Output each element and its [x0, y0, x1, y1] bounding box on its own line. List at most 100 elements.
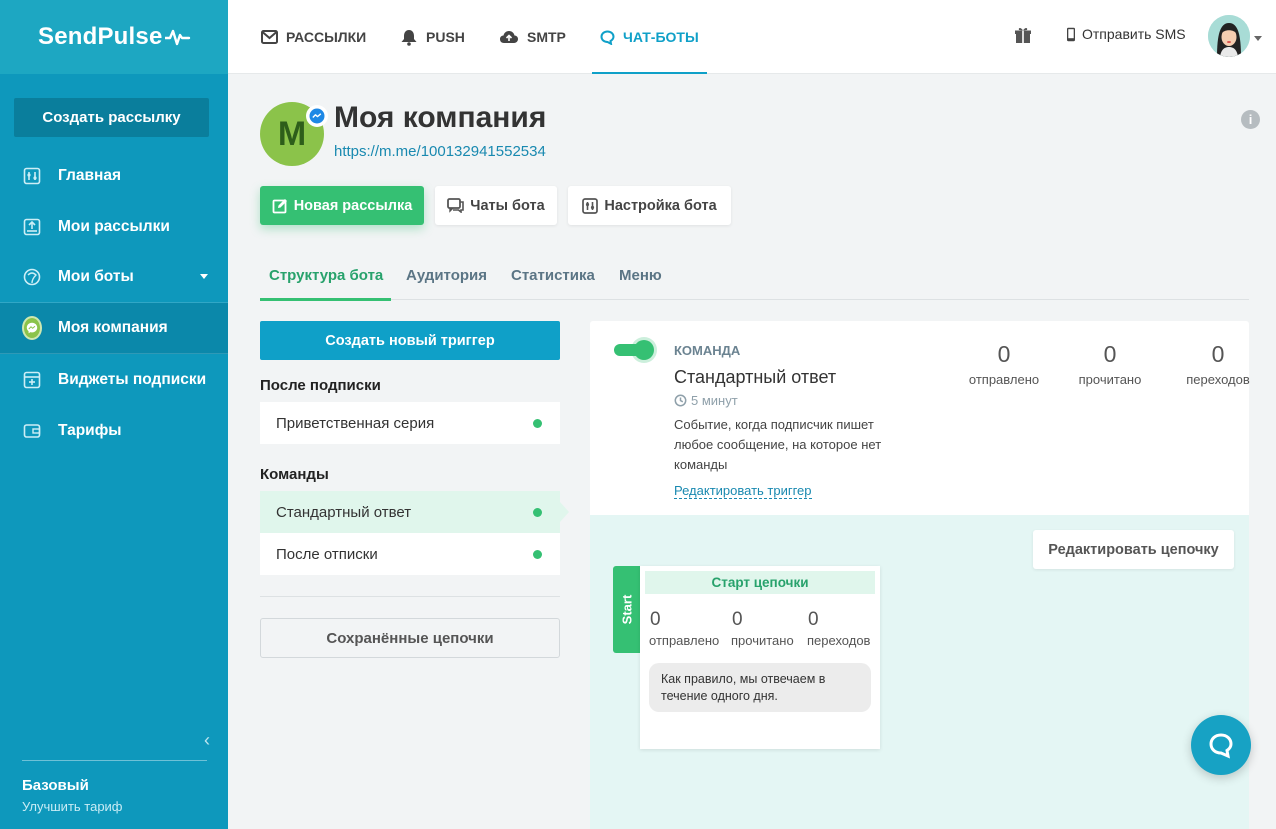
tab-push[interactable]: PUSH [400, 0, 465, 74]
pulse-icon [164, 29, 190, 46]
command-title: Стандартный ответ [674, 367, 837, 387]
chain-stat-value: 0 [650, 609, 661, 630]
chain-stat-value: 0 [732, 609, 743, 630]
trigger-label: После отписки [276, 545, 378, 563]
dashboard-icon [22, 166, 42, 186]
bot-settings-label: Настройка бота [604, 197, 717, 214]
divider [260, 596, 560, 597]
trigger-toggle[interactable] [614, 340, 654, 360]
send-sms-button[interactable]: Отправить SMS [1066, 26, 1186, 42]
chain-head: Старт цепочки [645, 571, 875, 594]
chain-start-card[interactable]: Старт цепочки 0 отправлено 0 прочитано 0… [640, 566, 880, 749]
sidebar-item-my-bots[interactable]: Мои боты [0, 252, 228, 303]
phone-icon [1067, 27, 1075, 41]
tab-audience[interactable]: Аудитория [406, 250, 487, 300]
bot-settings-button[interactable]: Настройка бота [568, 186, 731, 225]
chevron-down-icon[interactable] [200, 274, 208, 279]
sidebar: SendPulse Создать рассылку Главная Мои р… [0, 0, 228, 829]
saved-chains-button[interactable]: Сохранённые цепочки [260, 618, 560, 658]
status-dot [533, 508, 542, 517]
brand-name: SendPulse [38, 23, 163, 50]
upgrade-plan-link[interactable]: Улучшить тариф [22, 799, 123, 814]
mailings-icon [22, 217, 42, 237]
toggle-knob [634, 340, 654, 360]
chats-icon [447, 198, 465, 213]
history-icon [674, 394, 687, 407]
sidebar-nav: Главная Мои рассылки Мои боты Моя компан… [0, 150, 228, 456]
sidebar-item-label: Главная [58, 166, 122, 184]
tab-label: РАССЫЛКИ [286, 29, 367, 45]
chain-stat-label: прочитано [731, 633, 794, 648]
sidebar-item-tariffs[interactable]: Тарифы [0, 405, 228, 456]
chain-stat-label: отправлено [649, 633, 720, 648]
sidebar-item-dashboard[interactable]: Главная [0, 150, 228, 201]
message-bubble: Как правило, мы отвечаем в течение одног… [649, 663, 871, 712]
plan-name: Базовый [22, 777, 89, 794]
send-sms-label: Отправить SMS [1082, 26, 1186, 42]
info-icon[interactable]: i [1241, 110, 1260, 129]
topbar: РАССЫЛКИ PUSH SMTP ЧАТ-БОТЫ Отправить SM… [228, 0, 1276, 74]
create-trigger-button[interactable]: Создать новый триггер [260, 321, 560, 360]
tab-statistics[interactable]: Статистика [511, 250, 595, 300]
company-avatar [22, 316, 42, 340]
bot-chats-button[interactable]: Чаты бота [435, 186, 557, 225]
support-chat-button[interactable] [1191, 715, 1251, 775]
collapse-sidebar-icon[interactable]: ‹ [204, 730, 210, 751]
settings-sliders-icon [582, 197, 599, 214]
sidebar-item-label: Мои боты [58, 268, 134, 285]
page-title: Моя компания [334, 101, 547, 134]
chat-icon [600, 29, 615, 45]
tab-label: ЧАТ-БОТЫ [623, 29, 699, 45]
logo[interactable]: SendPulse [0, 0, 228, 74]
sidebar-item-label: Моя компания [58, 319, 168, 336]
stat-read: 0 прочитано [1060, 341, 1160, 387]
command-time: 5 минут [674, 393, 738, 408]
messenger-icon [26, 322, 38, 334]
sidebar-item-label: Виджеты подписки [58, 370, 207, 388]
create-mailing-button[interactable]: Создать рассылку [14, 98, 209, 137]
trigger-item-welcome[interactable]: Приветственная серия [260, 402, 560, 444]
trigger-item-after-unsubscribe[interactable]: После отписки [260, 533, 560, 575]
sidebar-item-my-mailings[interactable]: Мои рассылки [0, 201, 228, 252]
sidebar-item-my-company[interactable]: Моя компания [0, 303, 228, 354]
tab-menu[interactable]: Меню [619, 250, 662, 300]
messenger-icon [306, 105, 328, 127]
bot-link[interactable]: https://m.me/100132941552534 [334, 143, 546, 160]
sidebar-item-label: Мои рассылки [58, 217, 170, 235]
avatar[interactable] [1208, 15, 1250, 57]
chain-stat-value: 0 [808, 609, 819, 630]
divider [22, 760, 207, 761]
trigger-label: Приветственная серия [276, 414, 435, 432]
stat-value: 0 [1211, 341, 1225, 367]
new-mailing-button[interactable]: Новая рассылка [260, 186, 424, 225]
tab-chatbots[interactable]: ЧАТ-БОТЫ [592, 0, 707, 74]
after-subscribe-heading: После подписки [260, 377, 381, 394]
bell-icon [400, 29, 418, 46]
cloud-icon [499, 30, 519, 44]
mail-icon [261, 30, 278, 44]
wallet-icon [22, 421, 42, 441]
command-time-value: 5 минут [691, 393, 738, 408]
company-avatar-wrap [22, 316, 42, 340]
tab-mailings[interactable]: РАССЫЛКИ [261, 0, 366, 74]
start-label: Start [619, 594, 634, 625]
stat-label: прочитано [1078, 372, 1142, 387]
command-description: Событие, когда подписчик пишет любое соо… [674, 417, 882, 472]
sidebar-item-widgets[interactable]: Виджеты подписки [0, 354, 228, 405]
gift-icon[interactable] [1014, 26, 1032, 49]
tab-bot-structure[interactable]: Структура бота [259, 250, 392, 301]
stat-sent: 0 отправлено [954, 341, 1054, 387]
trigger-label: Стандартный ответ [276, 503, 412, 521]
sidebar-item-label: Тарифы [58, 421, 122, 439]
stat-clicks: 0 переходов [1168, 341, 1268, 387]
edit-chain-button[interactable]: Редактировать цепочку [1033, 530, 1234, 569]
chevron-down-icon[interactable] [1254, 36, 1262, 41]
trigger-item-default-reply[interactable]: Стандартный ответ [260, 491, 569, 533]
tab-smtp[interactable]: SMTP [499, 0, 566, 74]
stat-value: 0 [1103, 341, 1117, 367]
chain-stat-label: переходов [807, 633, 871, 648]
commands-heading: Команды [260, 466, 329, 483]
command-panel: КОМАНДА Стандартный ответ 5 минут Событи… [590, 321, 1250, 515]
stat-value: 0 [997, 341, 1011, 367]
edit-trigger-link[interactable]: Редактировать триггер [674, 483, 812, 499]
